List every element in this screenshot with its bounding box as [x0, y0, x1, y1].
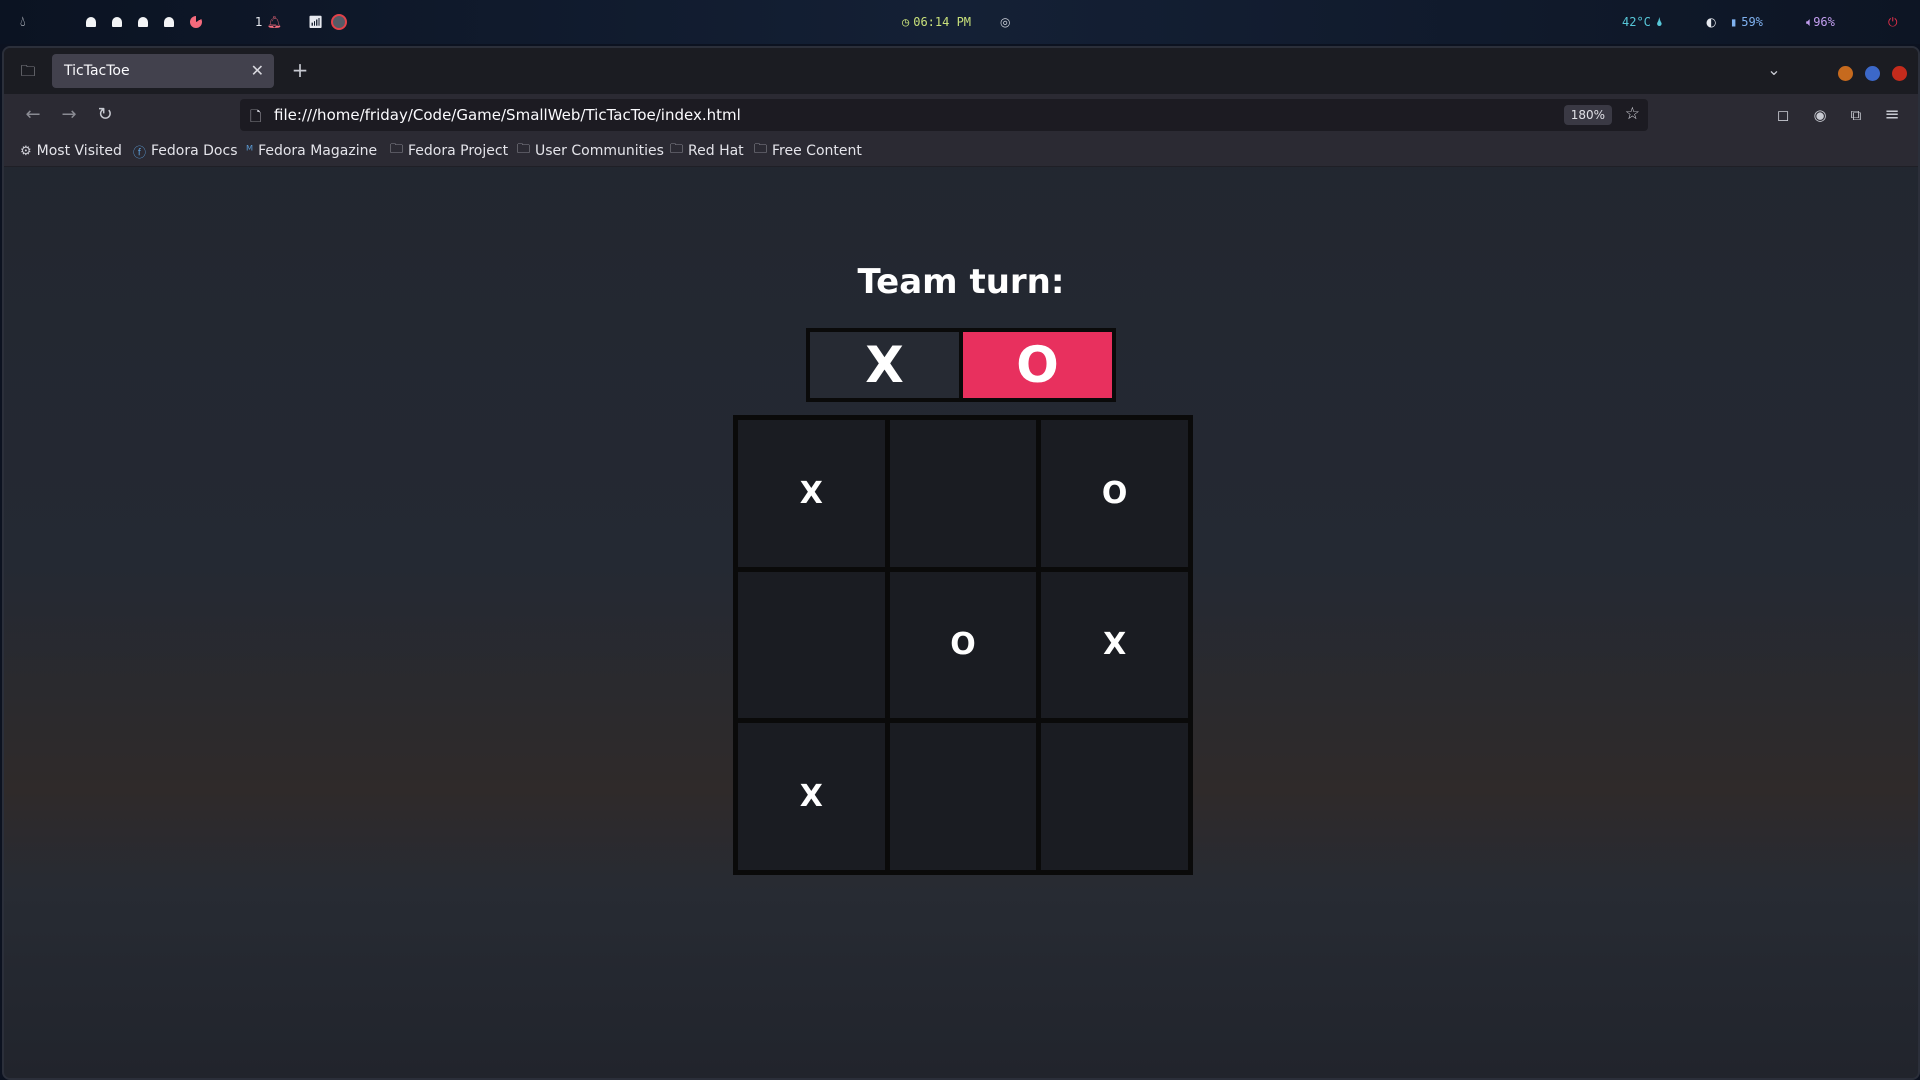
- droplet-icon: 💧︎: [20, 14, 26, 30]
- board-cell[interactable]: [889, 420, 1037, 567]
- reload-icon[interactable]: ↻: [93, 106, 117, 124]
- system-top-panel: 💧︎ 1 🔔︎ 📶︎ ◷ 06:14 PM ◎ 42°C 🌢︎ ◐ ▮ 59% …: [0, 0, 1920, 44]
- volume-indicator[interactable]: 🔈︎ 96%: [1806, 0, 1835, 44]
- close-tab-icon[interactable]: ✕: [251, 61, 264, 80]
- ghost-icon: [164, 17, 174, 27]
- navigation-toolbar: ← → ↻ 🗋︎ file:///home/friday/Code/Game/S…: [4, 94, 1918, 136]
- bookmark-fedora-docs[interactable]: ⓕ Fedora Docs: [133, 136, 238, 166]
- temperature-value: 42°C: [1622, 15, 1651, 29]
- team-turn-indicator: X O: [806, 328, 1116, 402]
- url-text: file:///home/friday/Code/Game/SmallWeb/T…: [274, 106, 741, 124]
- ghost-icon: [112, 17, 122, 27]
- board-cell[interactable]: [1041, 723, 1188, 870]
- battery-indicator: ▮ 59%: [1730, 0, 1763, 44]
- fedora-logo-icon: ⓕ: [133, 145, 147, 161]
- bookmark-star-icon[interactable]: ☆: [1625, 104, 1640, 124]
- speaker-icon: 🔈︎: [1806, 14, 1814, 29]
- temperature-indicator: 42°C 🌢︎: [1622, 0, 1663, 44]
- turn-heading: Team turn:: [857, 262, 1065, 302]
- tab-title: TicTacToe: [64, 63, 130, 79]
- maximize-button[interactable]: [1865, 66, 1880, 81]
- minimize-button[interactable]: [1838, 66, 1853, 81]
- notification-count: 1: [255, 15, 263, 29]
- clock-icon: ◷: [902, 15, 910, 29]
- bookmark-label: User Communities: [535, 143, 664, 159]
- list-tabs-chevron-icon[interactable]: ⌄: [1762, 61, 1786, 79]
- folder-icon: 🗀︎: [670, 142, 684, 157]
- board-cell[interactable]: [738, 571, 885, 719]
- board-cell[interactable]: O: [1041, 420, 1188, 567]
- bell-icon: 🔔︎: [266, 15, 282, 29]
- brightness-indicator[interactable]: ◐: [1706, 0, 1716, 44]
- bookmark-label: Fedora Magazine: [258, 143, 378, 159]
- bookmark-label: Red Hat: [688, 143, 744, 159]
- eye-off-icon: ◎: [1000, 15, 1011, 29]
- bookmark-fedora-project[interactable]: 🗀︎ Fedora Project: [390, 136, 508, 166]
- bookmark-label: Fedora Docs: [151, 143, 238, 159]
- zoom-level-badge[interactable]: 180%: [1563, 105, 1612, 125]
- battery-value: 59%: [1741, 15, 1763, 29]
- bookmark-user-communities[interactable]: 🗀︎ User Communities: [517, 136, 664, 166]
- board-cell[interactable]: X: [1041, 571, 1188, 719]
- bookmark-label: Fedora Project: [408, 143, 509, 159]
- gear-icon: ⚙︎: [20, 143, 32, 159]
- battery-icon: ▮: [1730, 15, 1738, 29]
- ghost-icon: [138, 17, 148, 27]
- folder-icon: 🗀︎: [390, 142, 404, 157]
- clock[interactable]: ◷ 06:14 PM: [902, 0, 971, 44]
- game-board: X O O X X: [733, 415, 1193, 875]
- wifi-icon: 📶︎: [308, 15, 324, 29]
- board-cell[interactable]: X: [738, 723, 885, 870]
- tab-overview-icon[interactable]: 🗀︎: [16, 62, 40, 80]
- power-button[interactable]: ⏻: [1888, 0, 1898, 44]
- forward-arrow-icon[interactable]: →: [57, 106, 81, 124]
- team-x-indicator: X: [810, 332, 959, 398]
- idle-inhibitor[interactable]: ◎: [1000, 0, 1010, 44]
- page-content: Team turn: X O X O O X X: [4, 167, 1918, 1078]
- bookmarks-toolbar: ⚙︎ Most Visited ⓕ Fedora Docs ᴹ Fedora M…: [4, 136, 1918, 167]
- notification-indicator[interactable]: 1 🔔︎: [255, 0, 282, 44]
- launcher-button[interactable]: 💧︎: [20, 0, 26, 44]
- board-cell[interactable]: [889, 723, 1037, 870]
- tab-strip: 🗀︎ TicTacToe ✕ + ⌄: [4, 48, 1918, 94]
- power-icon: ⏻: [1888, 14, 1898, 29]
- extensions-icon[interactable]: ⧉: [1844, 106, 1868, 124]
- bookmark-red-hat[interactable]: 🗀︎ Red Hat: [670, 136, 744, 166]
- workspace-indicator[interactable]: [86, 0, 202, 44]
- bookmark-free-content[interactable]: 🗀︎ Free Content: [754, 136, 862, 166]
- board-cell[interactable]: O: [889, 571, 1037, 719]
- folder-icon: 🗀︎: [517, 142, 531, 157]
- url-bar[interactable]: 🗋︎ file:///home/friday/Code/Game/SmallWe…: [240, 99, 1648, 131]
- bookmark-fedora-magazine[interactable]: ᴹ Fedora Magazine: [246, 136, 377, 166]
- volume-value: 96%: [1813, 15, 1835, 29]
- browser-window: 🗀︎ TicTacToe ✕ + ⌄ ← → ↻ 🗋︎ file:///home…: [2, 46, 1920, 1080]
- brightness-icon: ◐: [1706, 15, 1717, 29]
- board-cell[interactable]: X: [738, 420, 885, 567]
- pacman-icon: [190, 16, 202, 28]
- flame-icon: 🌢︎: [1655, 14, 1664, 29]
- tab-tictactoe[interactable]: TicTacToe ✕: [52, 54, 274, 88]
- pocket-icon[interactable]: ◻: [1771, 106, 1795, 124]
- bookmark-most-visited[interactable]: ⚙︎ Most Visited: [20, 136, 122, 166]
- account-icon[interactable]: ◉: [1808, 106, 1832, 124]
- bluetooth-off-icon: [331, 14, 348, 30]
- bookmark-label: Most Visited: [36, 143, 122, 159]
- menu-icon[interactable]: ≡: [1880, 106, 1904, 124]
- page-icon: 🗋︎: [250, 109, 262, 125]
- folder-icon: 🗀︎: [754, 142, 768, 157]
- clock-time: 06:14 PM: [913, 15, 972, 29]
- team-o-indicator: O: [963, 332, 1112, 398]
- network-indicator[interactable]: 📶︎: [308, 0, 348, 44]
- close-window-button[interactable]: [1892, 66, 1907, 81]
- bookmark-label: Free Content: [772, 143, 862, 159]
- magazine-icon: ᴹ: [246, 143, 254, 159]
- ghost-icon: [86, 17, 96, 27]
- new-tab-icon[interactable]: +: [288, 60, 312, 80]
- back-arrow-icon[interactable]: ←: [21, 106, 45, 124]
